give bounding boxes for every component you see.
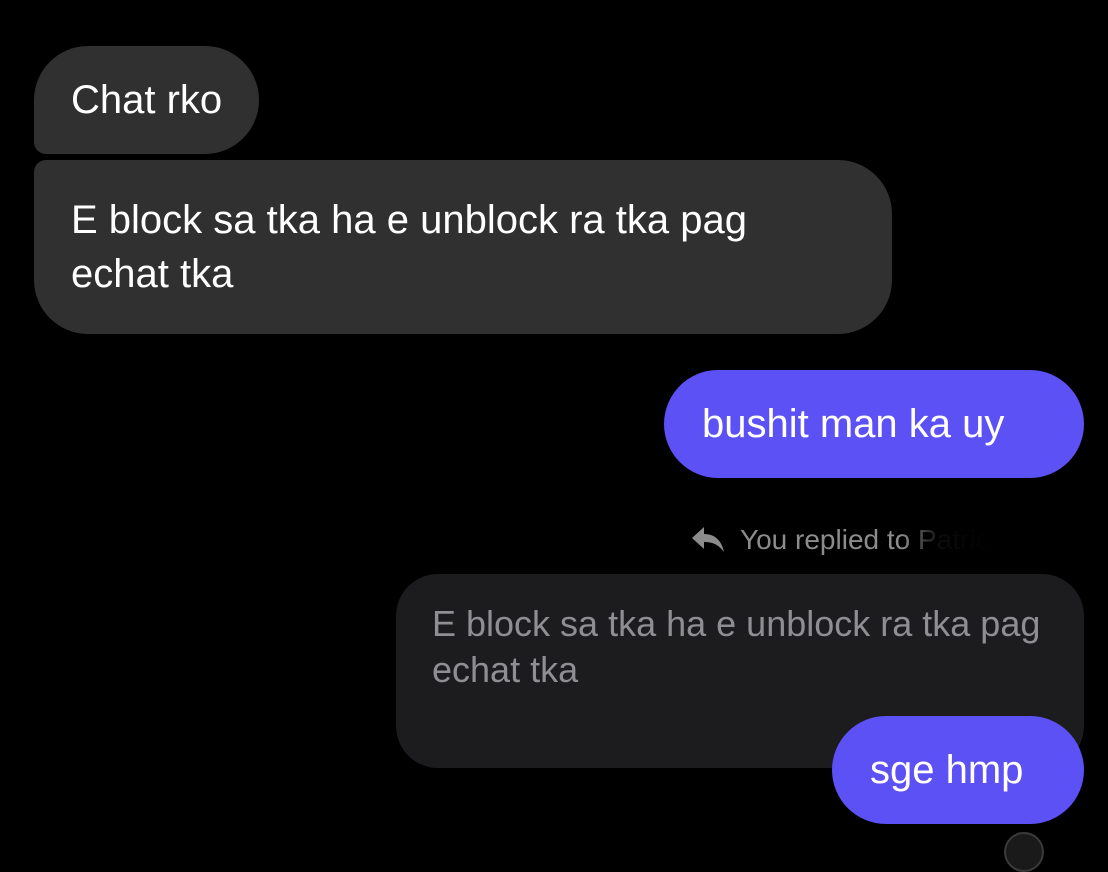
reply-indicator-label: You replied to Patrick [740,524,1004,555]
message-text: sge hmp [870,748,1024,792]
incoming-message-bubble[interactable]: E block sa tka ha e unblock ra tka pag e… [34,160,892,334]
message-text: E block sa tka ha e unblock ra tka pag e… [71,198,747,296]
incoming-message-bubble[interactable]: Chat rko [34,46,260,154]
reply-arrow-icon [692,527,724,552]
message-text: Chat rko [71,78,223,122]
message-text: bushit man ka uy [702,402,1005,446]
quoted-message-text: E block sa tka ha e unblock ra tka pag e… [432,603,1041,690]
reply-indicator: You replied to Patrick [690,520,1004,560]
read-receipt-avatar [1004,832,1044,872]
outgoing-reply-bubble[interactable]: sge hmp [832,716,1084,824]
outgoing-message-bubble[interactable]: bushit man ka uy [664,370,1084,478]
